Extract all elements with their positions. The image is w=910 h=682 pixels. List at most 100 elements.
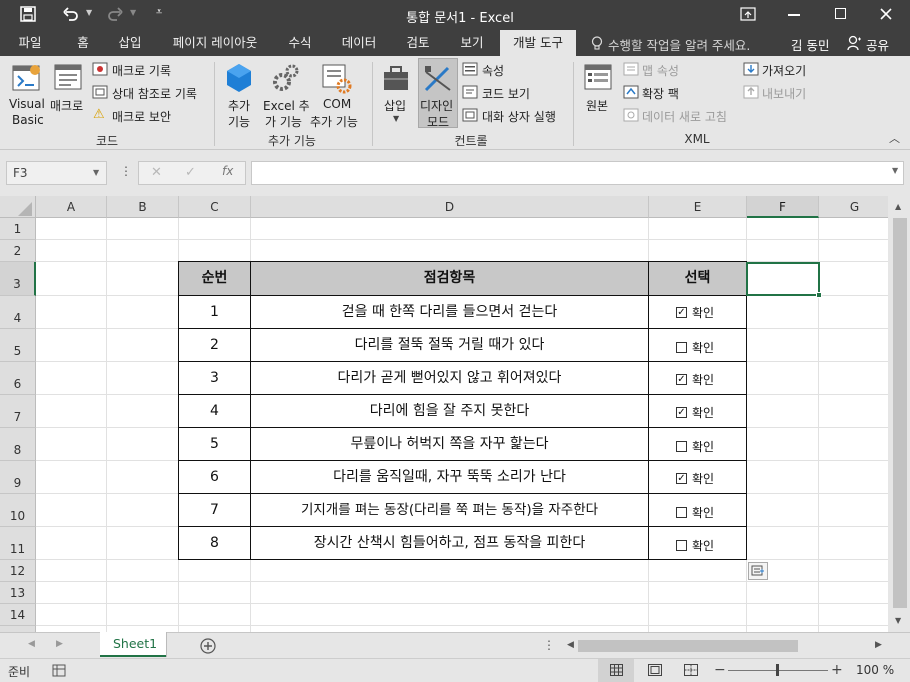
collapse-ribbon-icon[interactable]: ︿ — [889, 130, 900, 146]
row-number[interactable]: 7 — [179, 494, 250, 526]
prev-sheet-icon[interactable]: ◀ — [28, 639, 35, 649]
macros-label[interactable]: 매크로 — [50, 97, 83, 114]
row-header-1[interactable]: 1 — [0, 218, 36, 240]
scroll-down-icon[interactable]: ▼ — [895, 616, 901, 625]
formula-input[interactable] — [251, 161, 904, 185]
column-header-d[interactable]: D — [251, 196, 649, 218]
gear-icon[interactable] — [270, 62, 302, 94]
check-item-text[interactable]: 기지개를 펴는 동장(다리를 쭉 펴는 동작)을 자주한다 — [251, 494, 648, 526]
view-code-button[interactable]: 코드 보기 — [482, 85, 530, 102]
check-item-text[interactable]: 무릎이나 허벅지 쪽을 자꾸 핥는다 — [251, 428, 648, 460]
maximize-icon[interactable] — [835, 8, 846, 19]
import-button[interactable]: 가져오기 — [762, 62, 806, 79]
row-header-9[interactable]: 9 — [0, 461, 36, 494]
excel-add-ins-label-2[interactable]: 가 기능 — [265, 113, 302, 130]
selected-cell-f3[interactable] — [746, 262, 820, 296]
check-item-text[interactable]: 다리를 절뚝 절뚝 거릴 때가 있다 — [251, 329, 648, 361]
row-header-10[interactable]: 10 — [0, 494, 36, 527]
row-header-6[interactable]: 6 — [0, 362, 36, 395]
row-header-2[interactable]: 2 — [0, 240, 36, 262]
horizontal-scroll-thumb[interactable] — [578, 640, 798, 652]
row-header-3[interactable]: 3 — [0, 262, 36, 296]
checkbox-checked[interactable]: ✓ — [676, 374, 687, 385]
insert-control-label[interactable]: 삽입 — [384, 97, 406, 114]
macros-icon[interactable] — [52, 62, 84, 94]
vertical-scrollbar[interactable]: ▲ ▼ — [890, 196, 910, 632]
tab-review[interactable]: 검토 — [396, 30, 440, 56]
row-number[interactable]: 3 — [179, 362, 250, 394]
save-icon[interactable] — [20, 6, 36, 22]
check-item-text[interactable]: 걷을 때 한쪽 다리를 들으면서 걷는다 — [251, 296, 648, 328]
tab-formulas[interactable]: 수식 — [278, 30, 322, 56]
toolbox-icon[interactable] — [381, 62, 411, 94]
expand-formula-bar-icon[interactable]: ▼ — [892, 166, 898, 175]
row-header-12[interactable]: 12 — [0, 560, 36, 582]
expansion-packs-button[interactable]: 확장 팩 — [642, 85, 679, 102]
properties-button[interactable]: 속성 — [482, 62, 504, 79]
sheet-tab-sheet1[interactable]: Sheet1 — [100, 632, 166, 657]
xml-source-label[interactable]: 원본 — [586, 97, 608, 114]
column-header-g[interactable]: G — [819, 196, 888, 218]
com-add-ins-icon[interactable] — [320, 62, 352, 94]
tab-split-handle-icon[interactable]: ⋮ — [543, 638, 555, 652]
checkbox-unchecked[interactable] — [676, 507, 687, 518]
scroll-left-icon[interactable]: ◀ — [567, 640, 574, 650]
run-dialog-button[interactable]: 대화 상자 실행 — [482, 108, 556, 125]
record-macro-button[interactable]: 매크로 기록 — [112, 62, 171, 79]
page-layout-view-icon[interactable] — [648, 664, 662, 676]
add-sheet-icon[interactable] — [200, 638, 216, 654]
row-header-5[interactable]: 5 — [0, 329, 36, 362]
user-name[interactable]: 김 동민 — [791, 35, 829, 54]
row-header-11[interactable]: 11 — [0, 527, 36, 560]
tab-insert[interactable]: 삽입 — [108, 30, 152, 56]
row-header-14[interactable]: 14 — [0, 604, 36, 626]
scroll-right-icon[interactable]: ▶ — [875, 640, 882, 650]
checkbox-checked[interactable]: ✓ — [676, 473, 687, 484]
column-header-a[interactable]: A — [36, 196, 107, 218]
checkbox-unchecked[interactable] — [676, 441, 687, 452]
tab-view[interactable]: 보기 — [450, 30, 494, 56]
check-item-text[interactable]: 장시간 산책시 힘들어하고, 점프 동작을 피한다 — [251, 527, 648, 559]
minimize-icon[interactable] — [788, 14, 800, 16]
checkbox-unchecked[interactable] — [676, 540, 687, 551]
tab-home[interactable]: 홈 — [66, 30, 100, 56]
ribbon-display-options-icon[interactable] — [740, 7, 756, 21]
close-icon[interactable] — [880, 8, 892, 20]
row-number[interactable]: 4 — [179, 395, 250, 427]
column-header-b[interactable]: B — [107, 196, 179, 218]
person-icon[interactable] — [847, 35, 861, 51]
zoom-slider-thumb[interactable] — [776, 664, 779, 676]
check-item-text[interactable]: 다리가 곧게 뻗어있지 않고 휘어져있다 — [251, 362, 648, 394]
table-header-number[interactable]: 순번 — [179, 262, 250, 295]
macro-security-button[interactable]: 매크로 보안 — [112, 108, 171, 125]
insert-function-icon[interactable]: fx — [222, 164, 233, 178]
xml-source-icon[interactable] — [583, 62, 613, 94]
table-header-select[interactable]: 선택 — [649, 262, 746, 295]
tell-me-input[interactable]: 수행할 작업을 알려 주세요. — [608, 35, 750, 54]
macro-recording-icon[interactable] — [52, 664, 66, 677]
worksheet-grid[interactable]: A B C D E F G 1 2 3 4 5 6 7 8 9 10 11 12… — [0, 196, 888, 632]
check-item-text[interactable]: 다리를 움직일때, 자꾸 뚝뚝 소리가 난다 — [251, 461, 648, 493]
visual-basic-label-2[interactable]: Basic — [12, 113, 44, 127]
row-number[interactable]: 8 — [179, 527, 250, 559]
column-header-c[interactable]: C — [179, 196, 251, 218]
page-break-view-icon[interactable] — [684, 664, 698, 676]
next-sheet-icon[interactable]: ▶ — [56, 639, 63, 649]
fill-handle[interactable] — [816, 292, 822, 298]
relative-reference-button[interactable]: 상대 참조로 기록 — [112, 85, 197, 102]
row-header-8[interactable]: 8 — [0, 428, 36, 461]
visual-basic-label-1[interactable]: Visual — [9, 97, 45, 111]
zoom-level[interactable]: 100 % — [856, 663, 894, 677]
horizontal-scrollbar[interactable]: ◀ ▶ — [563, 637, 888, 655]
add-ins-icon[interactable] — [224, 62, 254, 94]
tab-page-layout[interactable]: 페이지 레이아웃 — [160, 30, 270, 56]
zoom-in-icon[interactable]: + — [831, 662, 843, 678]
table-header-check-item[interactable]: 점검항목 — [251, 262, 648, 295]
vertical-scroll-thumb[interactable] — [893, 218, 907, 608]
row-header-13[interactable]: 13 — [0, 582, 36, 604]
add-ins-label-2[interactable]: 기능 — [228, 113, 250, 130]
tab-data[interactable]: 데이터 — [332, 30, 386, 56]
excel-add-ins-label-1[interactable]: Excel 추 — [263, 97, 310, 114]
column-header-f[interactable]: F — [747, 196, 819, 218]
name-box-dropdown-icon[interactable]: ▼ — [93, 168, 99, 177]
